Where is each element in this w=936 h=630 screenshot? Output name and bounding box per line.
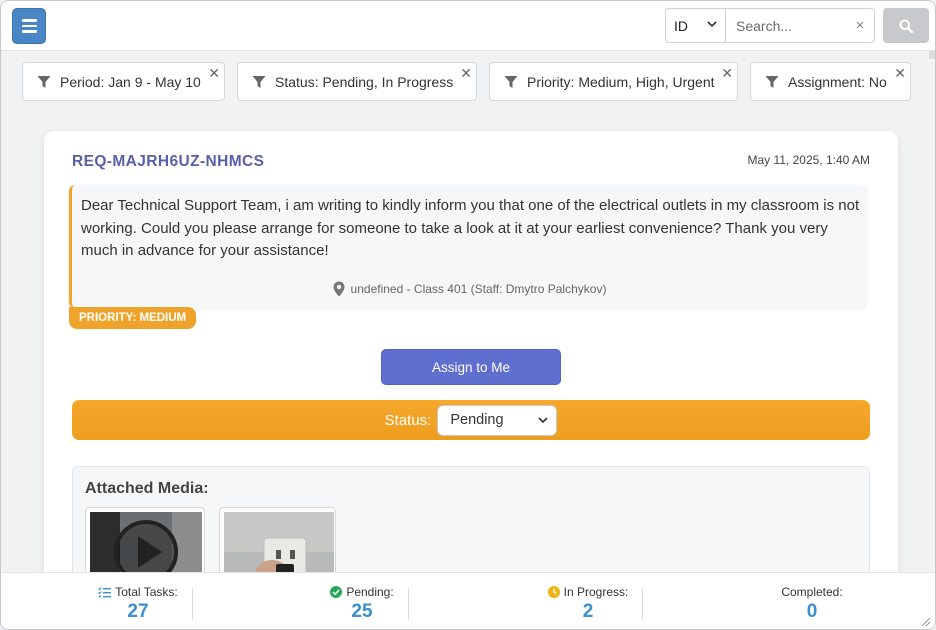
- hamburger-icon: [21, 30, 37, 33]
- filter-chip-label: Period: Jan 9 - May 10: [60, 73, 201, 90]
- search-type-value: ID: [674, 17, 688, 34]
- menu-button[interactable]: [12, 8, 46, 44]
- close-icon[interactable]: ✕: [208, 66, 220, 80]
- search-icon: [899, 19, 913, 33]
- stat-divider: [642, 589, 643, 619]
- scrollbar-track[interactable]: [929, 1, 935, 629]
- search-button[interactable]: [883, 8, 929, 43]
- hamburger-icon: [21, 19, 37, 22]
- top-bar: ID ×: [1, 1, 935, 51]
- filter-icon: [252, 75, 266, 89]
- stat-total-tasks: Total Tasks: 27: [53, 573, 223, 629]
- close-icon[interactable]: ✕: [721, 66, 733, 80]
- request-id: REQ-MAJRH6UZ-NHMCS: [72, 153, 265, 170]
- check-circle-icon: [330, 586, 343, 598]
- assign-to-me-button[interactable]: Assign to Me: [381, 349, 561, 385]
- location-pin-icon: [333, 281, 345, 297]
- stats-footer: Total Tasks: 27 Pending: 25 In Progress:…: [1, 572, 935, 629]
- filter-chip-label: Priority: Medium, High, Urgent: [527, 73, 715, 90]
- status-label: Status:: [384, 411, 432, 429]
- filter-icon: [504, 75, 518, 89]
- status-bar: Status: Pending: [72, 400, 870, 440]
- request-message: Dear Technical Support Team, i am writin…: [81, 197, 860, 259]
- stat-value: 27: [127, 601, 149, 622]
- app-window: ID × Period: Jan 9 - May 10 ✕: [0, 0, 936, 630]
- stat-completed: Completed: 0: [727, 573, 897, 629]
- stat-pending: Pending: 25: [277, 573, 447, 629]
- filter-chip-status[interactable]: Status: Pending, In Progress ✕: [237, 62, 477, 101]
- search-group: ID ×: [665, 8, 875, 43]
- search-input[interactable]: [726, 9, 846, 42]
- request-card: REQ-MAJRH6UZ-NHMCS May 11, 2025, 1:40 AM…: [44, 131, 898, 591]
- filter-icon: [37, 75, 51, 89]
- close-icon[interactable]: ✕: [894, 66, 906, 80]
- stat-label: Total Tasks:: [115, 585, 178, 599]
- stat-value: 25: [351, 601, 373, 622]
- chevron-down-icon: [538, 416, 548, 423]
- stat-divider: [408, 589, 409, 619]
- clock-icon: [547, 586, 560, 598]
- clear-search-icon[interactable]: ×: [846, 9, 874, 42]
- stat-divider: [192, 589, 193, 619]
- stat-value: 0: [806, 601, 818, 622]
- request-date: May 11, 2025, 1:40 AM: [747, 153, 870, 167]
- filter-chip-assignment[interactable]: Assignment: No ✕: [750, 62, 911, 101]
- filter-icon: [765, 75, 779, 89]
- stat-label: Completed:: [781, 585, 843, 599]
- location-text: undefined - Class 401 (Staff: Dmytro Pal…: [350, 282, 607, 296]
- tasks-list-icon: [98, 586, 112, 597]
- chevron-down-icon: [707, 20, 717, 31]
- status-value: Pending: [450, 412, 504, 428]
- request-location: undefined - Class 401 (Staff: Dmytro Pal…: [72, 281, 867, 297]
- resize-grip-icon[interactable]: [921, 617, 931, 627]
- filter-chip-label: Status: Pending, In Progress: [275, 73, 454, 90]
- request-message-box: Dear Technical Support Team, i am writin…: [69, 185, 867, 308]
- priority-badge: PRIORITY: MEDIUM: [69, 307, 197, 329]
- filter-chip-label: Assignment: No: [788, 73, 887, 90]
- attached-media-title: Attached Media:: [85, 480, 209, 497]
- search-type-select[interactable]: ID: [666, 9, 726, 42]
- hamburger-icon: [21, 24, 37, 28]
- stat-label: Pending:: [346, 585, 394, 599]
- close-icon[interactable]: ✕: [460, 66, 472, 80]
- stat-value: 2: [582, 601, 594, 622]
- filter-chips: Period: Jan 9 - May 10 ✕ Status: Pending…: [22, 62, 922, 101]
- stat-label: In Progress:: [563, 585, 629, 599]
- stat-in-progress: In Progress: 2: [503, 573, 673, 629]
- status-select[interactable]: Pending: [437, 404, 558, 436]
- filter-chip-priority[interactable]: Priority: Medium, High, Urgent ✕: [489, 62, 738, 101]
- filter-chip-period[interactable]: Period: Jan 9 - May 10 ✕: [22, 62, 225, 101]
